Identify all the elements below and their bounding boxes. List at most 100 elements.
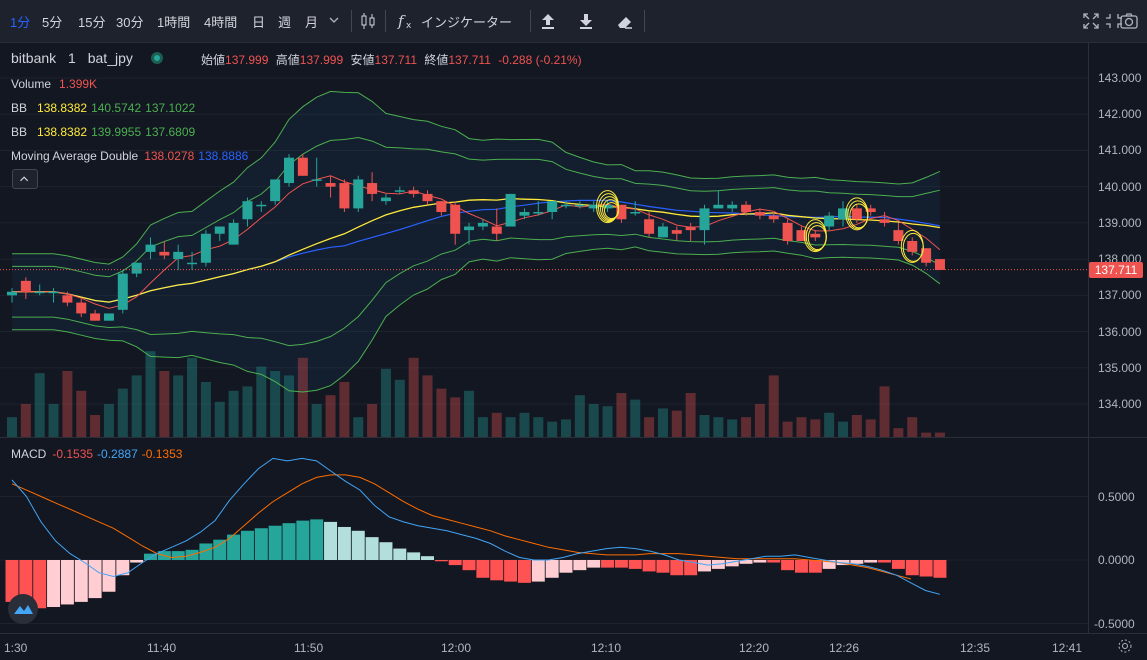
candle-body (256, 204, 267, 207)
candle-body (519, 212, 530, 216)
time-tick-label: 12:35 (960, 641, 991, 655)
macd-histogram-bar (545, 560, 559, 578)
volume-bar (311, 404, 322, 437)
volume-bar (200, 382, 211, 437)
candle-body (727, 204, 738, 209)
volume-bar (630, 399, 641, 437)
interval-4hour[interactable]: 4時間 (204, 12, 237, 31)
macd-histogram-bar (933, 560, 947, 578)
volume-bar (741, 417, 752, 437)
price-tick-label: 141.000 (1098, 143, 1142, 158)
macd-histogram-bar (642, 560, 656, 572)
camera-icon[interactable] (1118, 10, 1140, 32)
interval-15min[interactable]: 15分 (78, 12, 105, 31)
macd-histogram-bar (213, 539, 227, 560)
time-tick-label: 12:00 (441, 641, 472, 655)
mad-slow: 138.8886 (198, 149, 249, 163)
bb2-upper: 139.9955 (91, 125, 142, 139)
price-tick-label: 142.000 (1098, 107, 1142, 122)
candle-body (505, 193, 516, 227)
interval-1hour[interactable]: 1時間 (157, 12, 190, 31)
volume-bar (768, 375, 779, 437)
candle-body (90, 313, 101, 321)
interval-5min[interactable]: 5分 (42, 12, 62, 31)
bb1-lower: 137.1022 (145, 101, 196, 115)
price-tick-label: 143.000 (1098, 71, 1142, 85)
interval-day[interactable]: 日 (252, 12, 265, 31)
tradingview-logo-icon[interactable] (8, 594, 38, 624)
collapse-legend-button[interactable] (12, 169, 38, 189)
candle-body (699, 208, 710, 231)
settings-gear-icon[interactable] (1117, 638, 1133, 654)
candle-body (533, 212, 544, 214)
macd-histogram-bar (476, 560, 490, 578)
volume-bar (48, 404, 59, 437)
interval-week[interactable]: 週 (278, 12, 291, 31)
macd-histogram-bar (102, 560, 116, 592)
volume-bar (782, 421, 793, 437)
upload-icon[interactable] (537, 10, 559, 32)
candle-body (228, 222, 239, 245)
macd-label: MACD (11, 447, 47, 461)
pane-divider[interactable] (0, 437, 1147, 438)
fx-icon[interactable]: fx (396, 10, 418, 32)
candle-body (644, 219, 655, 234)
close-label: 終値 (424, 53, 449, 67)
volume-legend[interactable]: Volume 1.399K (11, 77, 97, 91)
macd-line-value: -0.2887 (97, 447, 138, 461)
mad-legend[interactable]: Moving Average Double 138.0278 138.8886 (11, 149, 248, 163)
top-toolbar: 1分 5分 15分 30分 1時間 4時間 日 週 月 fx インジケーター (0, 0, 1147, 43)
low-label: 安値 (350, 53, 375, 67)
volume-bar (713, 417, 724, 437)
candle-body (741, 204, 752, 213)
volume-bar (159, 371, 170, 437)
candle-body (270, 179, 281, 202)
volume-bar (754, 404, 765, 437)
macd-histogram-bar (268, 525, 282, 560)
fullscreen-icon[interactable] (1080, 10, 1102, 32)
macd-histogram-bar (421, 556, 434, 560)
candles-icon[interactable] (357, 10, 379, 32)
macd-histogram-bar (254, 528, 268, 560)
toolbar-divider (351, 10, 352, 32)
candle-body (380, 197, 391, 202)
bb1-upper: 140.5742 (91, 101, 142, 115)
macd-histogram-bar (753, 560, 767, 563)
macd-line (11, 457, 941, 595)
indicators-button[interactable]: インジケーター (421, 12, 512, 31)
candle-body (630, 212, 641, 214)
volume-label: Volume (11, 77, 52, 91)
macd-histogram-bar (504, 560, 518, 582)
open-value: 137.999 (225, 53, 269, 67)
volume-bar (588, 404, 599, 437)
candle-body (34, 291, 45, 294)
candle-body (602, 204, 613, 209)
macd-histogram-bar (794, 560, 808, 573)
eraser-icon[interactable] (614, 10, 636, 32)
macd-histogram-bar (74, 560, 88, 602)
candle-body (242, 201, 253, 220)
macd-legend[interactable]: MACD -0.1535 -0.2887 -0.1353 (11, 447, 182, 461)
volume-bar (436, 388, 447, 437)
volume-bar (893, 428, 904, 437)
bb2-legend[interactable]: BB 138.8382 139.9955 137.6809 (11, 125, 195, 139)
download-icon[interactable] (575, 10, 597, 32)
macd-histogram-bar (324, 521, 338, 560)
interval-month[interactable]: 月 (305, 12, 318, 31)
interval-30min[interactable]: 30分 (116, 12, 143, 31)
candle-body (297, 157, 308, 176)
price-tick-label: 136.000 (1098, 324, 1142, 339)
macd-histogram-bar (434, 560, 448, 562)
chevron-down-icon[interactable] (326, 12, 342, 28)
volume-bar (90, 415, 101, 437)
ohlc-legend: 始値137.999 高値137.999 安値137.711 終値137.711 … (201, 51, 586, 68)
bb1-legend[interactable]: BB 138.8382 140.5742 137.1022 (11, 101, 195, 115)
candle-body (117, 273, 128, 310)
candle-body (353, 179, 364, 209)
price-tick-label: 135.000 (1098, 360, 1142, 375)
macd-histogram-bar (337, 526, 351, 560)
volume-bar (810, 419, 821, 437)
volume-bar (353, 417, 364, 437)
candle-body (824, 215, 835, 227)
interval-1min[interactable]: 1分 (10, 12, 30, 31)
